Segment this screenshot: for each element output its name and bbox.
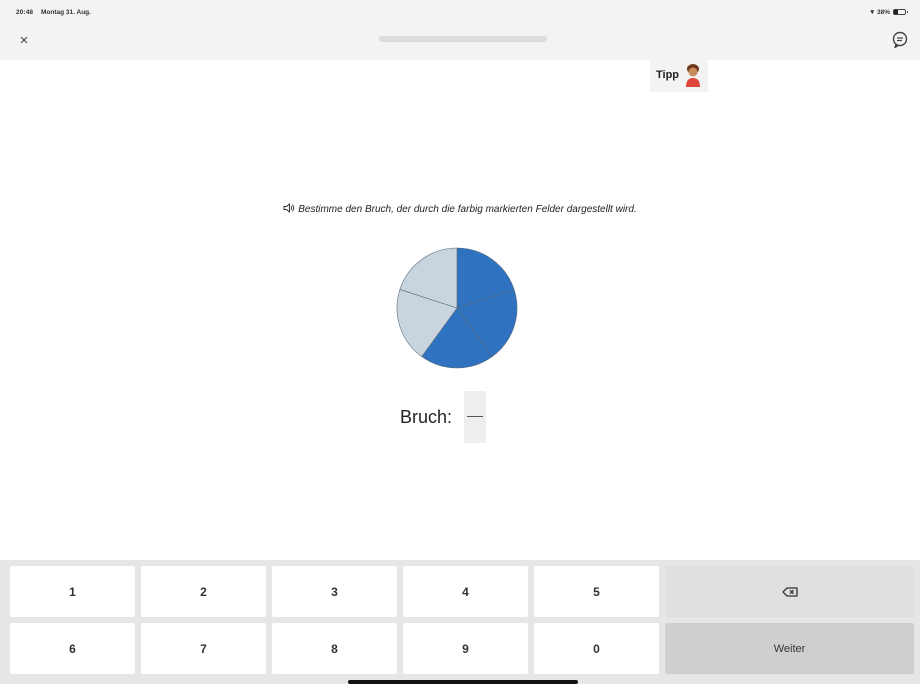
key-9[interactable]: 9 bbox=[403, 623, 528, 674]
backspace-icon bbox=[781, 586, 798, 597]
chat-icon[interactable] bbox=[890, 30, 910, 50]
key-4[interactable]: 4 bbox=[403, 566, 528, 617]
number-keyboard: 1 2 3 4 5 6 7 8 9 0 Weiter bbox=[0, 560, 920, 684]
fraction-label: Bruch: bbox=[400, 406, 453, 427]
top-bar: × bbox=[0, 22, 920, 60]
battery-icon bbox=[893, 9, 908, 15]
speaker-icon[interactable] bbox=[283, 202, 295, 216]
progress-bar bbox=[379, 36, 547, 42]
submit-button[interactable]: Weiter bbox=[665, 623, 914, 674]
fraction-input[interactable] bbox=[464, 391, 487, 443]
key-8[interactable]: 8 bbox=[272, 623, 397, 674]
key-5[interactable]: 5 bbox=[534, 566, 659, 617]
wifi-icon: ▾ bbox=[870, 9, 874, 16]
key-0[interactable]: 0 bbox=[534, 623, 659, 674]
status-date: Montag 31. Aug. bbox=[41, 9, 91, 16]
tutor-avatar-icon bbox=[686, 64, 701, 87]
status-bar: 20:48 Montag 31. Aug. ▾ 38% bbox=[0, 0, 920, 22]
key-6[interactable]: 6 bbox=[10, 623, 135, 674]
fraction-bar bbox=[467, 416, 484, 417]
tip-label: Tipp bbox=[656, 69, 680, 81]
key-1[interactable]: 1 bbox=[10, 566, 135, 617]
status-time: 20:48 bbox=[16, 9, 34, 16]
backspace-key[interactable] bbox=[665, 566, 914, 617]
close-button[interactable]: × bbox=[14, 31, 34, 51]
status-indicators: ▾ 38% bbox=[870, 8, 908, 16]
key-2[interactable]: 2 bbox=[141, 566, 266, 617]
key-7[interactable]: 7 bbox=[141, 623, 266, 674]
key-3[interactable]: 3 bbox=[272, 566, 397, 617]
instruction-text: Bestimme den Bruch, der durch die farbig… bbox=[298, 204, 637, 215]
battery-percent: 38% bbox=[876, 8, 890, 16]
fraction-pie-chart bbox=[396, 247, 518, 369]
answer-row: Bruch: bbox=[400, 390, 487, 444]
home-indicator bbox=[348, 680, 578, 684]
tip-button[interactable]: Tipp bbox=[650, 58, 708, 92]
question-instruction: Bestimme den Bruch, der durch die farbig… bbox=[0, 202, 920, 216]
